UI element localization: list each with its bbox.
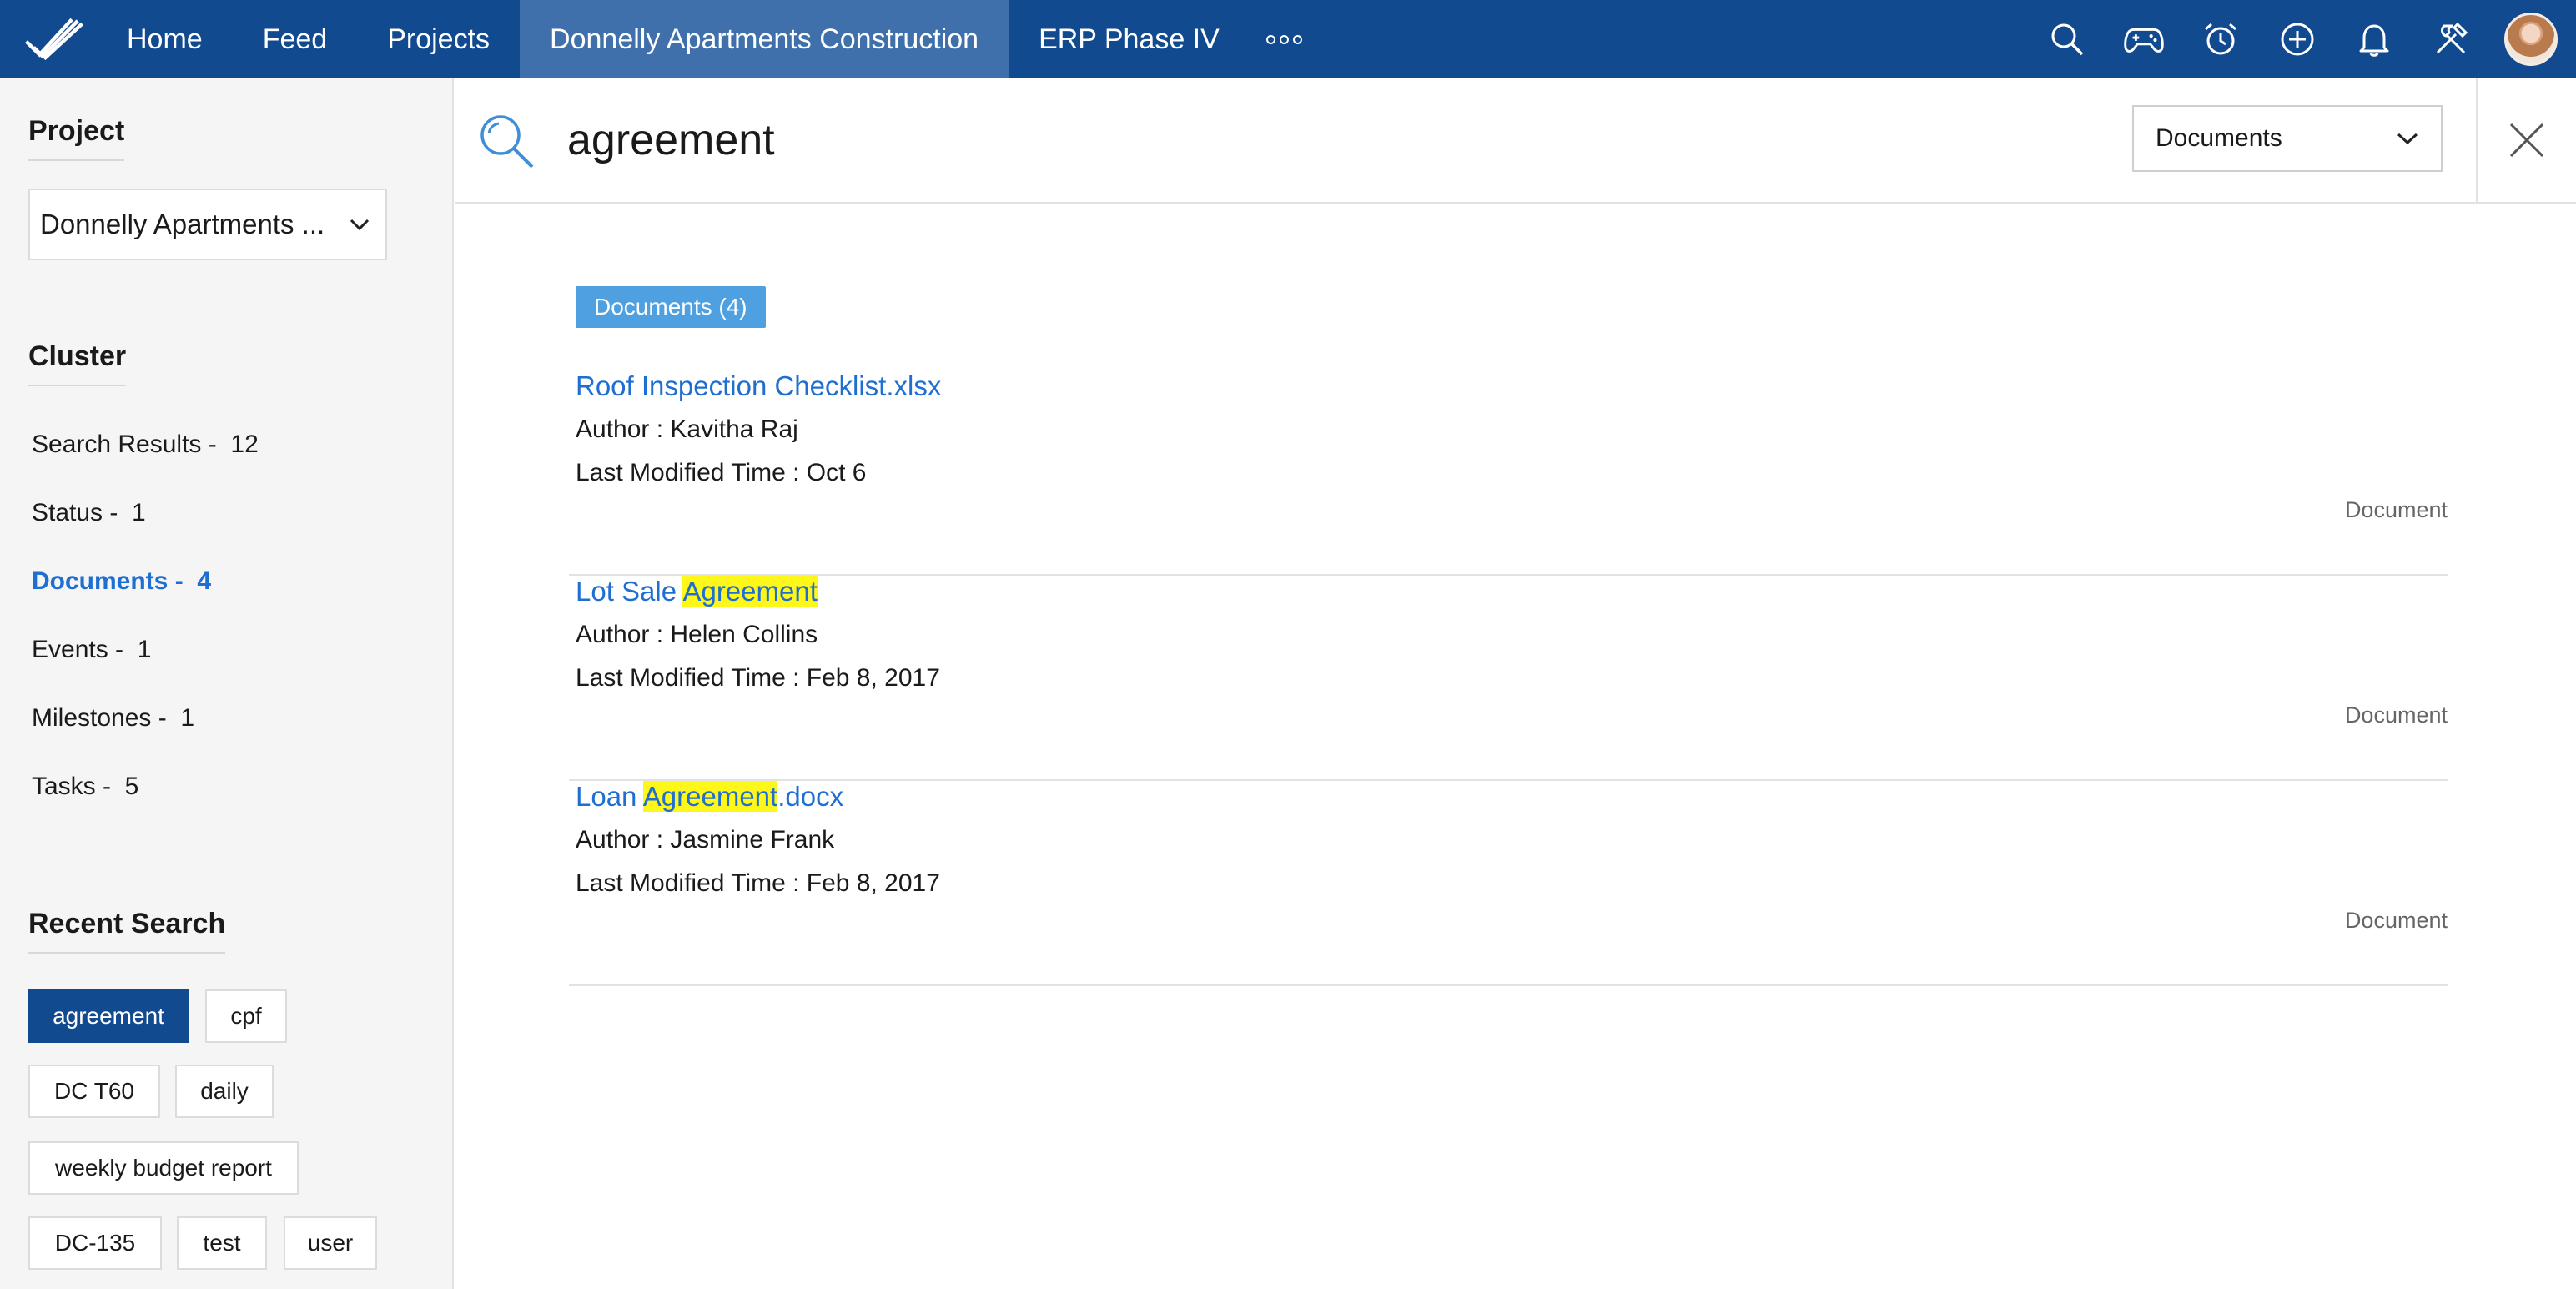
result-item: Roof Inspection Checklist.xlsx Author : … — [569, 370, 2448, 576]
nav-home[interactable]: Home — [127, 0, 233, 78]
result-modified: Last Modified Time : Feb 8, 2017 — [576, 664, 940, 692]
recent-tag[interactable]: DC T60 — [28, 1065, 160, 1118]
search-scope-value: Documents — [2156, 124, 2282, 152]
plus-circle-icon[interactable] — [2277, 19, 2317, 59]
result-type: Document — [2344, 497, 2448, 522]
sidebar: Project Donnelly Apartments ... Cluster … — [0, 78, 454, 1289]
result-item: Lot Sale Agreement Author : Helen Collin… — [569, 576, 2448, 781]
cluster-heading: Cluster — [28, 340, 127, 386]
cluster-status[interactable]: Status - 1 — [32, 499, 146, 527]
result-author: Author : Jasmine Frank — [576, 826, 835, 853]
recent-tag[interactable]: agreement — [28, 989, 189, 1043]
alarm-clock-icon[interactable] — [2201, 19, 2241, 59]
close-search-button[interactable] — [2476, 78, 2576, 202]
project-heading: Project — [28, 115, 125, 161]
nav-current-project[interactable]: Donnelly Apartments Construction — [520, 0, 1009, 78]
results-count-badge: Documents (4) — [576, 286, 766, 328]
top-nav-bar: Home Feed Projects Donnelly Apartments C… — [0, 0, 2576, 78]
chevron-down-icon — [2397, 133, 2418, 145]
project-dropdown-value: Donnelly Apartments ... — [40, 209, 325, 239]
search-icon[interactable] — [2047, 19, 2087, 59]
cluster-documents[interactable]: Documents - 4 — [32, 567, 211, 596]
nav-erp-phase[interactable]: ERP Phase IV — [1009, 0, 1250, 78]
search-input[interactable] — [567, 108, 2069, 172]
result-type: Document — [2344, 702, 2448, 728]
search-icon — [477, 112, 537, 172]
result-item: Loan Agreement.docx Author : Jasmine Fra… — [569, 781, 2448, 986]
result-author: Author : Helen Collins — [576, 621, 818, 648]
gamepad-icon[interactable] — [2124, 19, 2164, 59]
result-modified: Last Modified Time : Oct 6 — [576, 459, 867, 486]
cluster-events[interactable]: Events - 1 — [32, 636, 151, 664]
result-type: Document — [2344, 908, 2448, 933]
recent-tag[interactable]: test — [177, 1216, 267, 1270]
recent-tag[interactable]: daily — [175, 1065, 274, 1118]
project-dropdown[interactable]: Donnelly Apartments ... — [28, 189, 387, 260]
cluster-milestones[interactable]: Milestones - 1 — [32, 704, 194, 733]
recent-tag[interactable]: weekly budget report — [28, 1141, 299, 1195]
nav-right-tools — [2010, 0, 2576, 78]
result-modified: Last Modified Time : Feb 8, 2017 — [576, 869, 940, 897]
search-scope-dropdown[interactable]: Documents — [2132, 105, 2443, 172]
recent-tag[interactable]: DC-135 — [28, 1216, 162, 1270]
tools-icon[interactable] — [2431, 19, 2471, 59]
bell-icon[interactable] — [2354, 19, 2394, 59]
user-avatar[interactable] — [2504, 13, 2558, 66]
recent-tag[interactable]: cpf — [205, 989, 287, 1043]
cluster-search-results[interactable]: Search Results - 12 — [32, 431, 259, 459]
result-title-link[interactable]: Roof Inspection Checklist.xlsx — [576, 370, 941, 402]
result-title-link[interactable]: Lot Sale Agreement — [576, 576, 818, 607]
close-icon — [2509, 123, 2544, 158]
search-bar: Documents — [455, 78, 2576, 204]
recent-tag[interactable]: user — [284, 1216, 377, 1270]
recent-search-heading: Recent Search — [28, 908, 226, 954]
nav-feed[interactable]: Feed — [233, 0, 358, 78]
cluster-tasks[interactable]: Tasks - 5 — [32, 773, 138, 801]
chevron-down-icon — [350, 219, 370, 231]
more-icon[interactable] — [1250, 0, 1319, 78]
app-logo-icon[interactable] — [23, 10, 85, 68]
result-author: Author : Kavitha Raj — [576, 415, 798, 443]
nav-projects[interactable]: Projects — [357, 0, 520, 78]
result-title-link[interactable]: Loan Agreement.docx — [576, 781, 843, 813]
